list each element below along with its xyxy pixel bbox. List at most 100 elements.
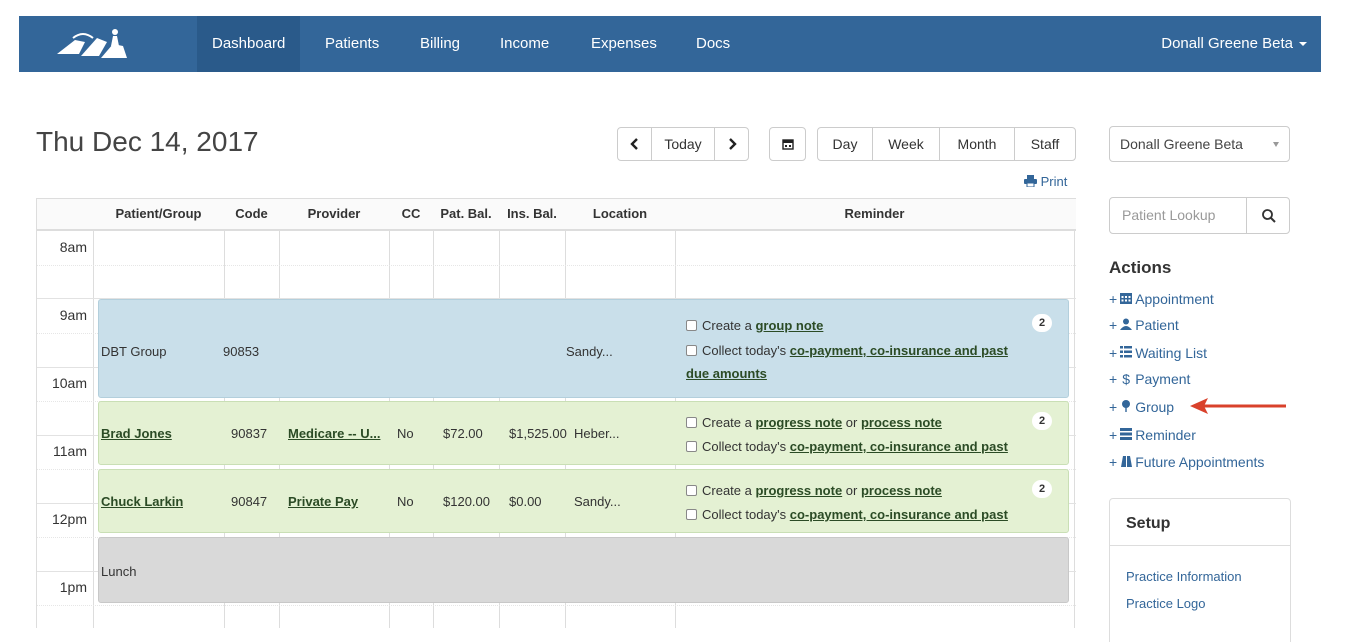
list-icon	[1119, 345, 1133, 361]
process-note-link[interactable]: process note	[861, 415, 942, 430]
nav-income[interactable]: Income	[485, 16, 564, 72]
nav-expenses[interactable]: Expenses	[576, 16, 672, 72]
progress-note-link[interactable]: progress note	[755, 415, 842, 430]
actions-heading: Actions	[1109, 258, 1172, 277]
reminder-checkbox[interactable]	[686, 320, 697, 331]
setup-panel: Setup Practice Information Practice Logo	[1109, 498, 1291, 642]
event-patient: DBT Group	[101, 344, 167, 359]
event-ins-bal: $1,525.00	[509, 426, 567, 441]
provider-link[interactable]: Private Pay	[288, 494, 358, 509]
binoculars-icon	[1119, 454, 1133, 470]
time-9am: 9am	[59, 307, 87, 323]
next-day-button[interactable]	[714, 127, 749, 161]
action-add-patient[interactable]: + Patient	[1109, 317, 1179, 333]
user-menu[interactable]: Donall Greene Beta	[1161, 16, 1307, 72]
action-add-reminder[interactable]: + Reminder	[1109, 427, 1196, 443]
event-code: 90847	[231, 494, 268, 509]
top-navbar: Dashboard Patients Billing Income Expens…	[19, 16, 1321, 72]
group-note-link[interactable]: group note	[755, 318, 823, 333]
col-location[interactable]: Location	[565, 199, 675, 229]
calendar-icon	[781, 139, 794, 150]
copayment-link[interactable]: co-payment, co-insurance and past	[790, 507, 1008, 522]
setup-practice-logo[interactable]: Practice Logo	[1126, 596, 1206, 611]
reminder-checkbox[interactable]	[686, 417, 697, 428]
col-pat-bal[interactable]: Pat. Bal.	[433, 199, 499, 229]
col-ins-bal[interactable]: Ins. Bal.	[499, 199, 565, 229]
print-icon	[1024, 175, 1037, 188]
chevron-right-icon	[728, 138, 737, 150]
event-patient: Chuck Larkin	[101, 494, 183, 509]
app-logo[interactable]	[53, 24, 133, 64]
col-provider[interactable]: Provider	[279, 199, 389, 229]
search-icon	[1262, 209, 1276, 223]
view-month-button[interactable]: Month	[939, 127, 1015, 161]
col-code[interactable]: Code	[224, 199, 279, 229]
event-pat-bal: $72.00	[443, 426, 483, 441]
col-cc[interactable]: CC	[389, 199, 433, 229]
copayment-link[interactable]: co-payment, co-insurance and past	[790, 439, 1008, 454]
time-12pm: 12pm	[51, 511, 87, 527]
col-patient-group[interactable]: Patient/Group	[93, 199, 224, 229]
print-label: Print	[1040, 174, 1068, 189]
reminder-count-badge: 2	[1032, 412, 1052, 430]
action-add-waiting-list[interactable]: + Waiting List	[1109, 345, 1207, 361]
event-cc: No	[397, 426, 414, 441]
view-week-button[interactable]: Week	[872, 127, 940, 161]
due-amounts-link[interactable]: due amounts	[686, 366, 767, 381]
nav-dashboard[interactable]: Dashboard	[197, 16, 301, 72]
event-location: Sandy...	[574, 494, 621, 509]
setup-practice-information[interactable]: Practice Information	[1126, 569, 1242, 584]
reminder-checkbox[interactable]	[686, 441, 697, 452]
chevron-left-icon	[629, 138, 638, 150]
action-add-group[interactable]: + Group	[1109, 399, 1174, 415]
reminder-checkbox[interactable]	[686, 509, 697, 520]
event-title: Lunch	[101, 564, 137, 579]
event-provider: Private Pay	[288, 494, 392, 509]
print-link[interactable]: Print	[1024, 174, 1067, 189]
reminder-count-badge: 2	[1032, 480, 1052, 498]
reminder-checkbox[interactable]	[686, 345, 697, 356]
progress-note-link[interactable]: progress note	[755, 483, 842, 498]
view-staff-button[interactable]: Staff	[1014, 127, 1076, 161]
provider-link[interactable]: Medicare -- U...	[288, 426, 380, 441]
action-add-payment[interactable]: + $ Payment	[1109, 371, 1190, 387]
tasks-icon	[1119, 427, 1133, 443]
user-name: Donall Greene Beta	[1161, 35, 1293, 52]
event-dbt-group[interactable]: DBT Group 90853 Sandy... Create a group …	[98, 299, 1069, 398]
date-picker-button[interactable]	[769, 127, 806, 161]
patient-link[interactable]: Chuck Larkin	[101, 494, 183, 509]
copayment-link[interactable]: co-payment, co-insurance and past	[790, 343, 1008, 358]
reminder-collect-payment: Collect today's co-payment, co-insurance…	[686, 507, 1008, 522]
day-schedule-table: Patient/Group Code Provider CC Pat. Bal.…	[36, 198, 1076, 628]
patient-lookup-input[interactable]: Patient Lookup	[1109, 197, 1247, 234]
action-future-appointments[interactable]: + Future Appointments	[1109, 454, 1264, 470]
event-location: Heber...	[574, 426, 620, 441]
nav-billing[interactable]: Billing	[405, 16, 475, 72]
nav-docs[interactable]: Docs	[681, 16, 745, 72]
pushpin-icon	[1119, 399, 1133, 415]
nav-patients[interactable]: Patients	[310, 16, 394, 72]
provider-select-value: Donall Greene Beta	[1120, 136, 1243, 152]
reminder-progress-note: Create a progress note or process note	[686, 483, 942, 498]
event-ins-bal: $0.00	[509, 494, 542, 509]
reminder-group-note: Create a group note	[686, 318, 823, 333]
event-lunch[interactable]: Lunch	[98, 537, 1069, 603]
event-code: 90837	[231, 426, 268, 441]
process-note-link[interactable]: process note	[861, 483, 942, 498]
time-1pm: 1pm	[59, 579, 87, 595]
time-11am: 11am	[53, 443, 87, 459]
calendar-icon	[1119, 291, 1133, 307]
view-day-button[interactable]: Day	[817, 127, 873, 161]
patient-link[interactable]: Brad Jones	[101, 426, 172, 441]
provider-select[interactable]: Donall Greene Beta	[1109, 126, 1290, 162]
event-brad-jones[interactable]: Brad Jones 90837 Medicare -- U... No $72…	[98, 401, 1069, 465]
today-button[interactable]: Today	[651, 127, 715, 161]
dropdown-arrow-icon	[1273, 142, 1279, 147]
patient-lookup-search-button[interactable]	[1246, 197, 1290, 234]
event-chuck-larkin[interactable]: Chuck Larkin 90847 Private Pay No $120.0…	[98, 469, 1069, 533]
col-reminder[interactable]: Reminder	[675, 199, 1074, 229]
prev-day-button[interactable]	[617, 127, 652, 161]
reminder-checkbox[interactable]	[686, 485, 697, 496]
time-10am: 10am	[51, 375, 87, 391]
action-add-appointment[interactable]: + Appointment	[1109, 291, 1214, 307]
